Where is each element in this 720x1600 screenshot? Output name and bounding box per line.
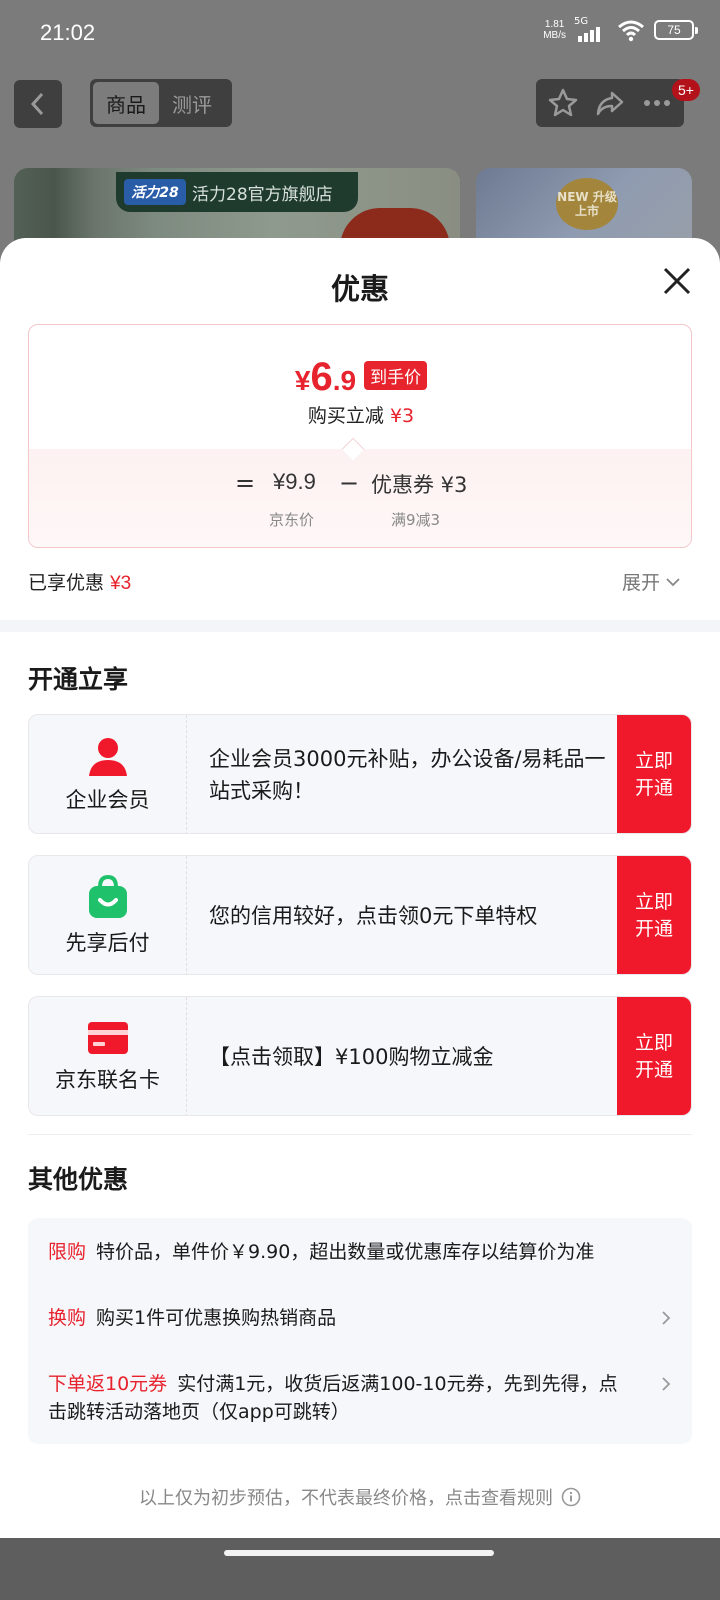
network-speed: 1.81 MB/s	[543, 19, 566, 41]
person-icon	[88, 738, 127, 776]
divider	[28, 1134, 692, 1135]
home-indicator[interactable]	[224, 1550, 494, 1556]
new-badge: NEW 升级上市	[556, 178, 618, 230]
open-now-button[interactable]: 立即开通	[617, 997, 691, 1115]
chevron-left-icon	[30, 92, 44, 116]
tab-review[interactable]: 测评	[159, 82, 225, 124]
info-icon	[561, 1487, 581, 1507]
open-now-button[interactable]: 立即开通	[617, 856, 691, 974]
status-bar: 21:02 1.81 MB/s 5G 75	[0, 0, 720, 66]
credit-card-icon	[87, 1022, 128, 1054]
jd-cobrand-card[interactable]: 京东联名卡 【点击领取】¥100购物立减金 立即开通	[28, 996, 692, 1116]
card-description: 您的信用较好，点击领0元下单特权	[209, 904, 538, 928]
other-section-title: 其他优惠	[28, 1165, 129, 1194]
final-price-badge: 到手价	[364, 361, 428, 390]
product-tabs: 商品 测评	[90, 79, 232, 127]
cellular-signal-icon: 5G	[574, 16, 608, 42]
discount-sheet: 优惠 ¥6.9 到手价 购买立减 ¥3 = ¥9.9 − 优惠券 ¥3 京东价 …	[0, 238, 720, 1600]
section-divider	[0, 620, 720, 632]
price-breakdown-card: ¥6.9 到手价 购买立减 ¥3 = ¥9.9 − 优惠券 ¥3 京东价 满9减…	[28, 324, 692, 548]
top-actions	[536, 79, 684, 127]
more-icon[interactable]	[641, 87, 673, 119]
status-icons: 1.81 MB/s 5G 75	[543, 16, 698, 42]
battery-icon: 75	[654, 20, 698, 40]
pay-later-card[interactable]: 先享后付 您的信用较好，点击领0元下单特权 立即开通	[28, 855, 692, 975]
open-now-button[interactable]: 立即开通	[617, 715, 691, 833]
chevron-right-icon	[662, 1311, 671, 1325]
close-icon[interactable]	[660, 264, 694, 298]
shop-name: 活力28官方旗舰店	[192, 184, 333, 205]
list-item-exchange[interactable]: 换购 购买1件可优惠换购热销商品	[48, 1304, 672, 1332]
enjoyed-discount: 已享优惠 ¥3	[28, 572, 132, 594]
list-item-limit: 限购 特价品，单件价￥9.90，超出数量或优惠库存以结算价为准	[48, 1241, 595, 1263]
coupon-rule: 满9减3	[391, 511, 441, 529]
shop-logo: 活力28	[124, 179, 186, 205]
home-indicator-bar	[0, 1538, 720, 1600]
back-button[interactable]	[14, 80, 62, 128]
base-price-label: 京东价	[269, 511, 315, 529]
chevron-right-icon	[662, 1377, 671, 1391]
card-description: 【点击领取】¥100购物立减金	[209, 1045, 494, 1069]
star-icon[interactable]	[547, 87, 579, 119]
shop-banner[interactable]: 活力28 活力28官方旗舰店	[116, 172, 358, 212]
instant-discount: 购买立减 ¥3	[307, 405, 415, 427]
status-time: 21:02	[40, 20, 96, 45]
final-price: ¥6.9 到手价	[29, 355, 691, 400]
list-item-cashback-coupon[interactable]: 下单返10元券 实付满1元，收货后返满100-10元券，先到先得，点击跳转活动落地…	[48, 1370, 672, 1426]
notification-badge: 5+	[672, 79, 700, 101]
chevron-down-icon	[666, 577, 680, 586]
wifi-icon	[618, 20, 644, 42]
card-description: 企业会员3000元补贴，办公设备/易耗品一站式采购！	[209, 747, 606, 803]
disclaimer-link[interactable]: 以上仅为初步预估，不代表最终价格，点击查看规则	[0, 1484, 720, 1510]
promo-tag: 限购	[48, 1241, 87, 1263]
expand-button[interactable]: 展开	[622, 568, 680, 595]
base-price: ¥9.9	[273, 469, 316, 494]
shopping-bag-icon	[88, 875, 127, 918]
price-formula: = ¥9.9 − 优惠券 ¥3	[235, 469, 468, 497]
tab-product[interactable]: 商品	[93, 82, 159, 124]
sheet-title: 优惠	[330, 272, 389, 306]
enterprise-member-card[interactable]: 企业会员 企业会员3000元补贴，办公设备/易耗品一站式采购！ 立即开通	[28, 714, 692, 834]
promo-tag: 换购	[48, 1307, 87, 1329]
coupon-amount: 优惠券 ¥3	[371, 473, 468, 497]
open-section-title: 开通立享	[28, 665, 129, 694]
share-icon[interactable]	[594, 87, 626, 119]
other-discounts-list: 限购 特价品，单件价￥9.90，超出数量或优惠库存以结算价为准 换购 购买1件可优惠…	[28, 1218, 692, 1444]
promo-tag: 下单返10元券	[48, 1373, 168, 1395]
